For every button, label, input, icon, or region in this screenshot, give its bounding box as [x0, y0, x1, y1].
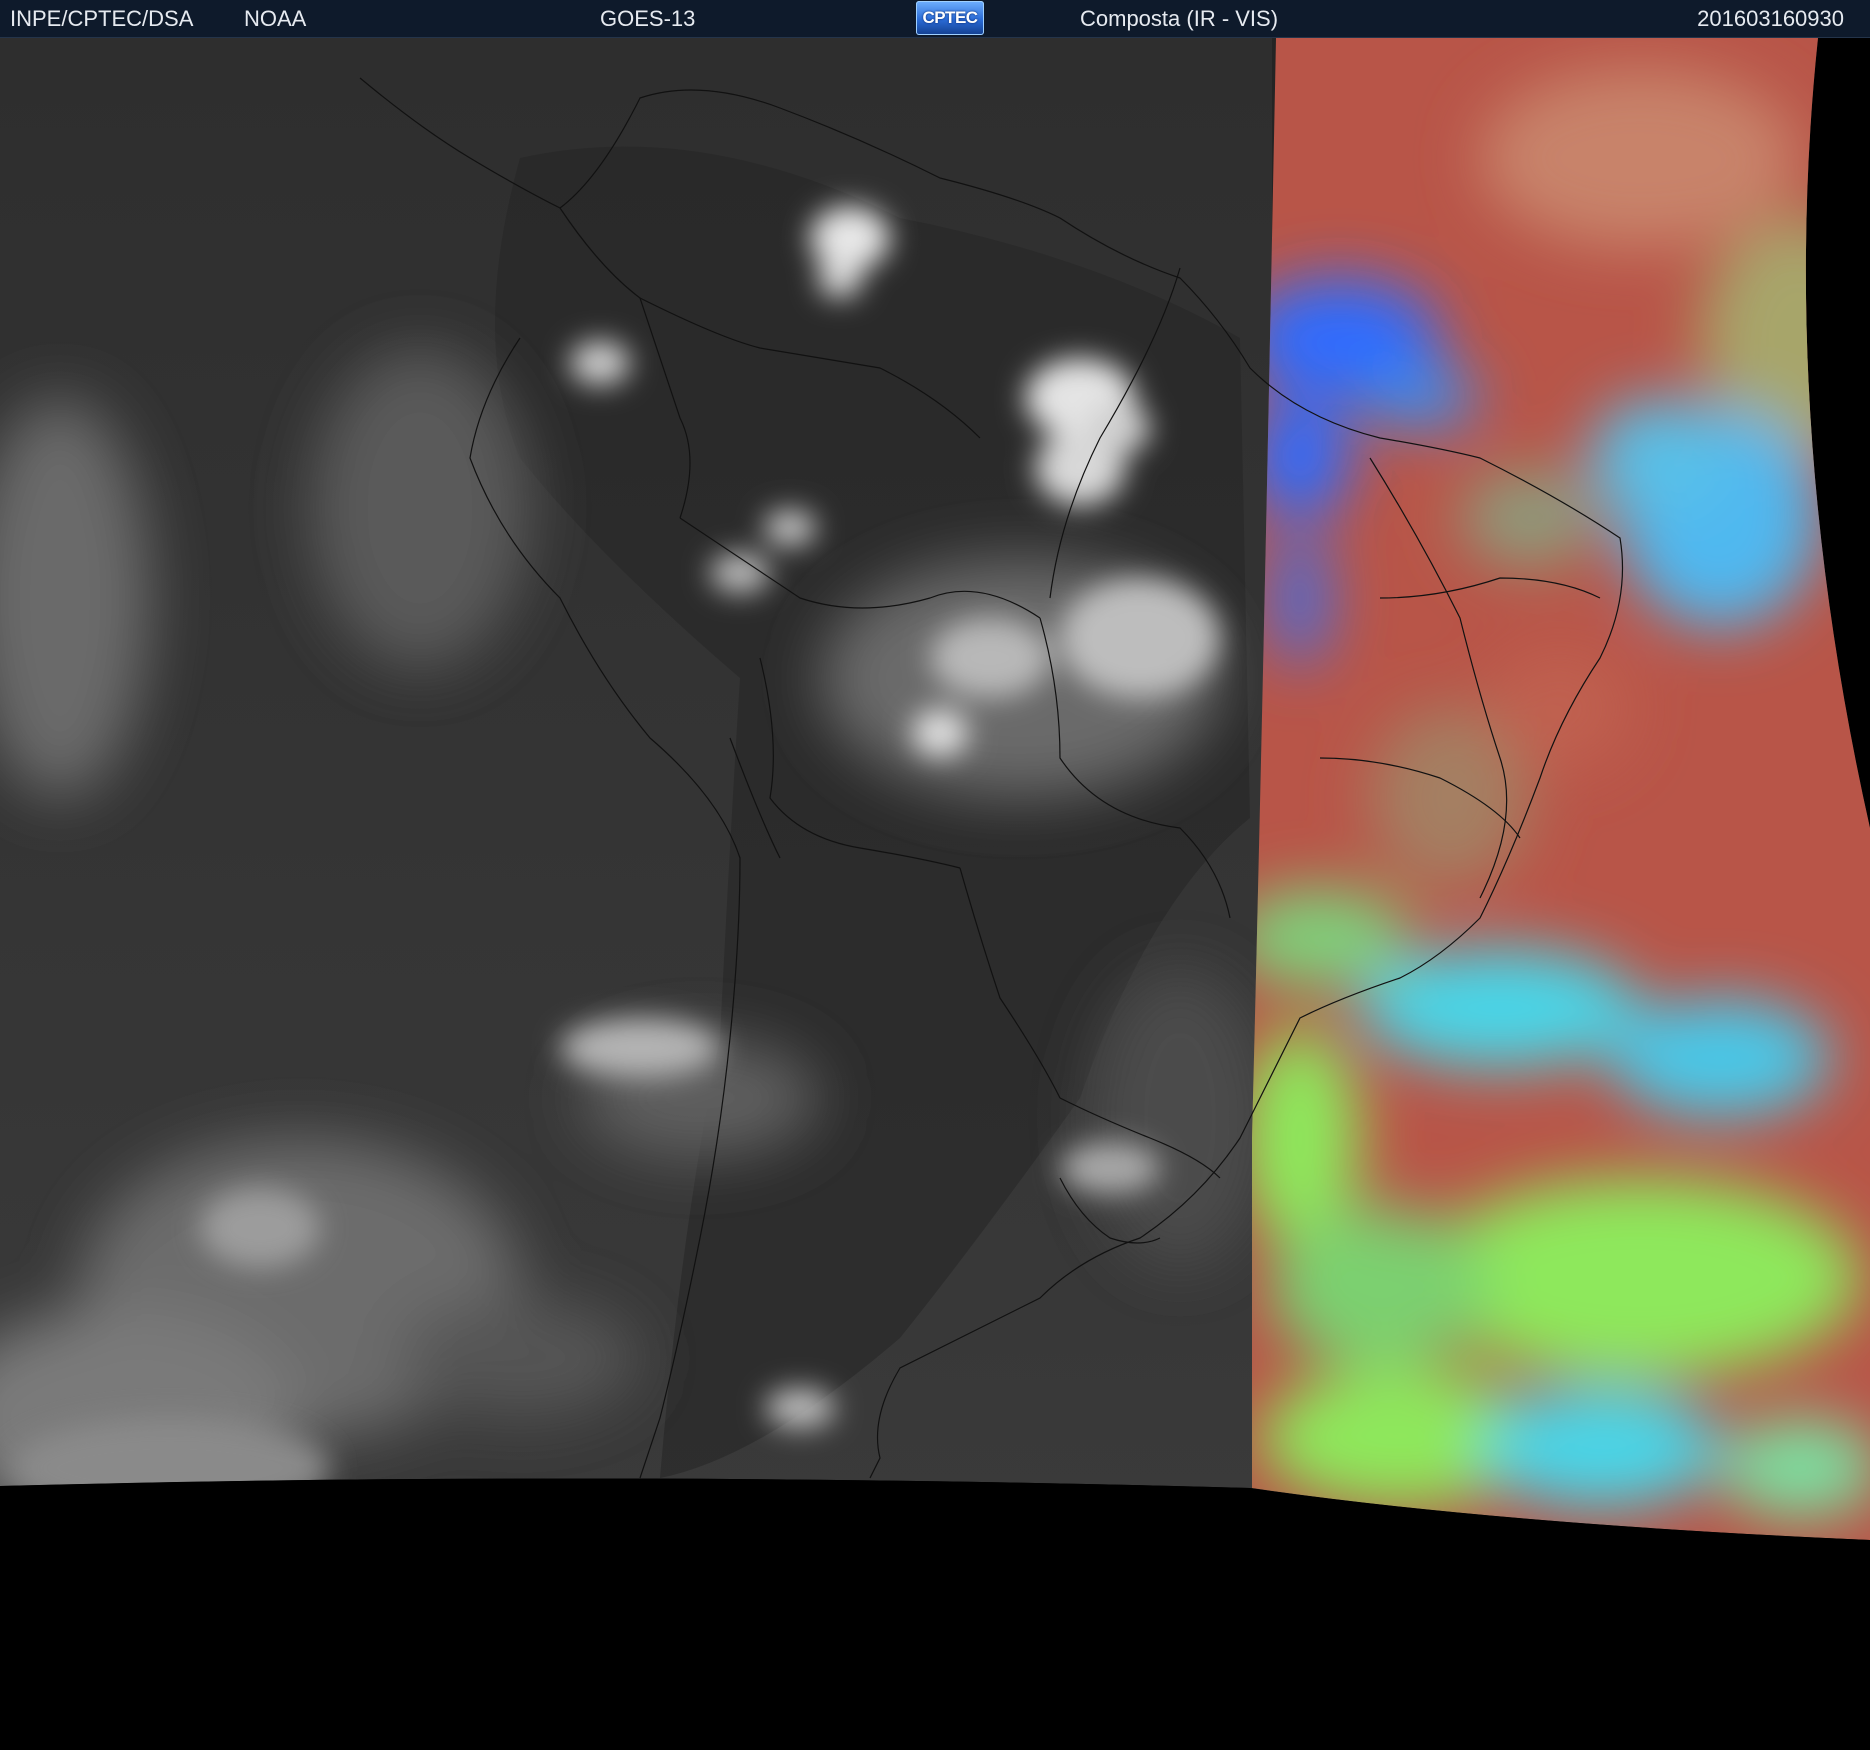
product-label: Composta (IR - VIS)	[1080, 6, 1279, 31]
satellite-label: GOES-13	[600, 6, 696, 31]
logo-text: CPTEC	[922, 8, 978, 27]
vis-layer	[1252, 38, 1870, 1540]
org-label: INPE/CPTEC/DSA	[10, 6, 194, 31]
agency-label: NOAA	[244, 6, 307, 31]
cptec-logo-icon: CPTEC	[916, 1, 984, 35]
satellite-image	[0, 38, 1870, 1750]
header-bar: INPE/CPTEC/DSA NOAA GOES-13 CPTEC Compos…	[0, 0, 1870, 38]
satellite-image-svg	[0, 38, 1870, 1750]
timestamp-label: 201603160930	[1697, 6, 1844, 31]
